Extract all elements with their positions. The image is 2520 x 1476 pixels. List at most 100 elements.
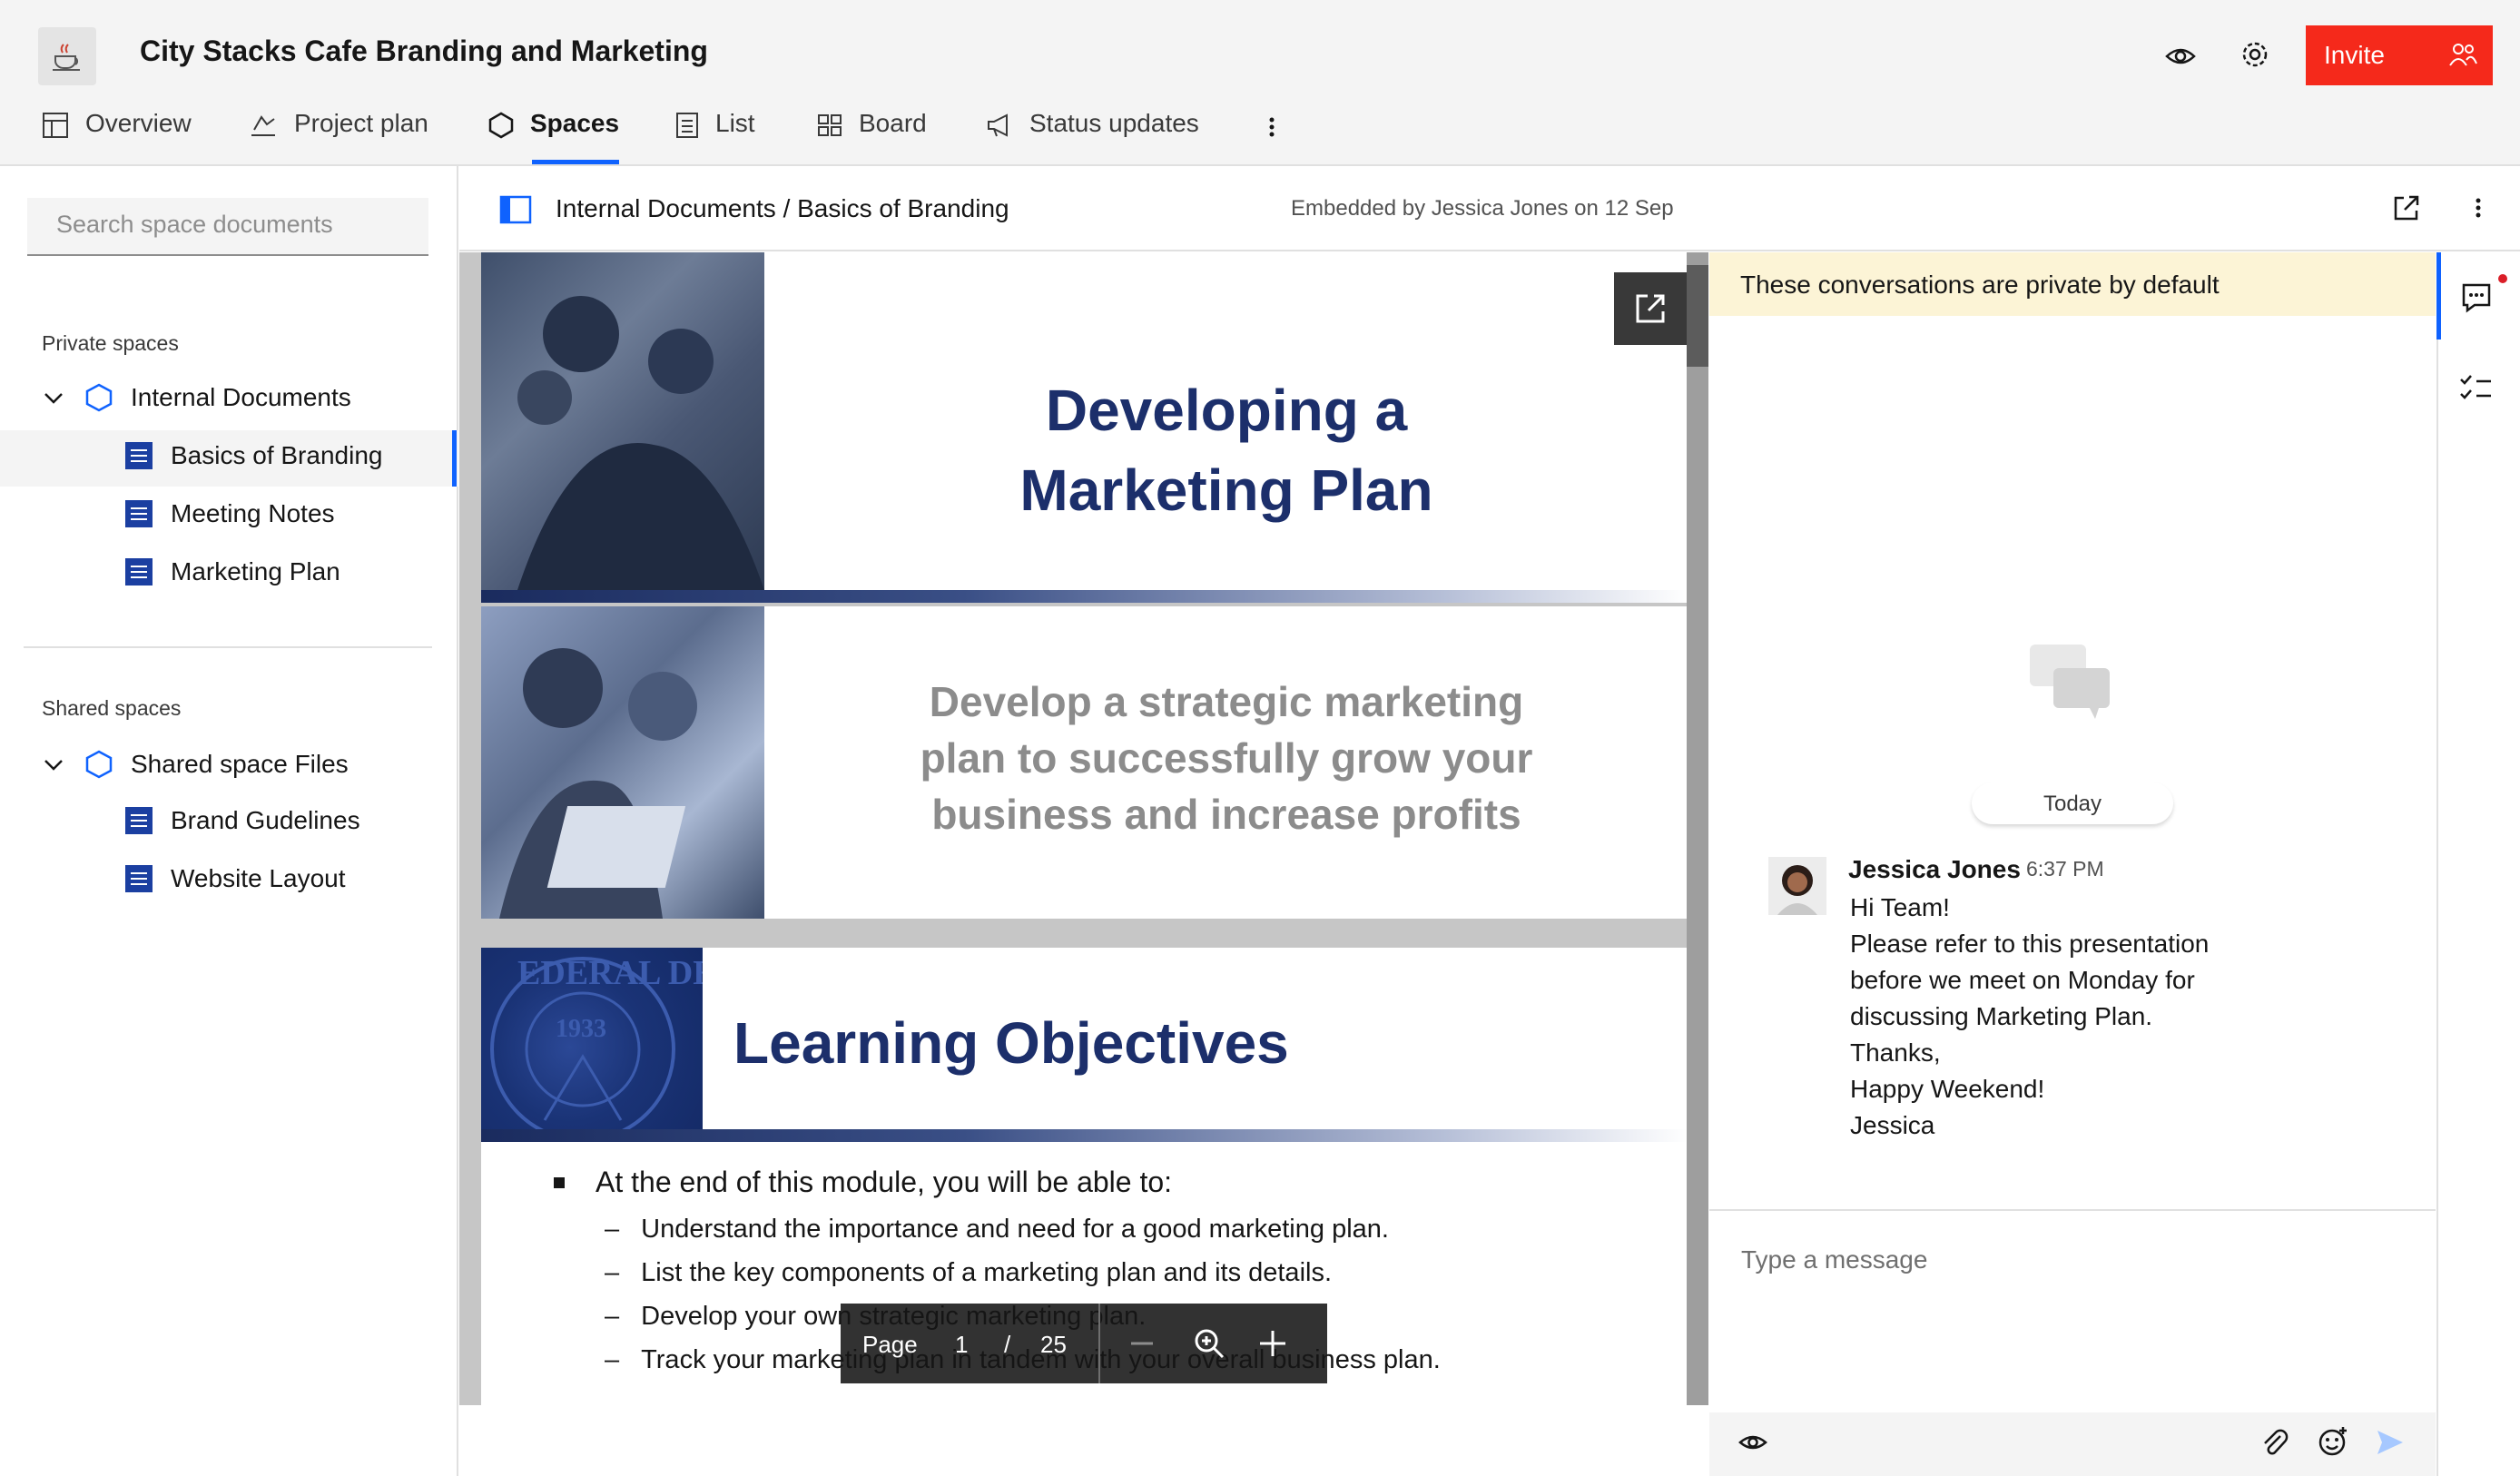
document-icon	[125, 500, 153, 527]
doc-basics-of-branding[interactable]: Basics of Branding	[125, 441, 382, 470]
document-icon	[125, 865, 153, 892]
objective-text: List the key components of a marketing p…	[641, 1258, 1333, 1287]
message-input[interactable]: Type a message	[1741, 1245, 1927, 1274]
slide-subtitle-line-1: Develop a strategic marketing	[929, 678, 1524, 725]
open-external-button[interactable]	[1614, 272, 1687, 345]
message-author: Jessica Jones	[1848, 855, 2021, 883]
chat-bubbles-icon	[2026, 641, 2117, 723]
slide-title: Developing a Marketing Plan	[481, 252, 1688, 603]
viewer-scrollbar[interactable]	[1687, 252, 1708, 1405]
message-line: Thanks,	[1850, 1038, 1941, 1067]
tab-board-label: Board	[859, 109, 927, 137]
slide-photo-laptop	[481, 606, 764, 919]
megaphone-icon	[986, 109, 1029, 139]
message-timestamp: 6:37 PM	[2026, 857, 2104, 881]
message-line: before we meet on Monday for	[1850, 966, 2195, 994]
doc-label: Marketing Plan	[171, 557, 340, 585]
sidebar-divider	[24, 646, 432, 648]
send-icon[interactable]	[2375, 1427, 2406, 1458]
message-line: Hi Team!	[1850, 893, 1950, 921]
document-icon	[125, 807, 153, 834]
document-breadcrumb: Internal Documents / Basics of Branding	[556, 194, 1009, 222]
tab-status-updates[interactable]: Status updates	[986, 109, 1199, 167]
project-title: City Stacks Cafe Branding and Marketing	[140, 34, 708, 67]
square-bullet-icon	[554, 1176, 565, 1188]
chevron-down-icon[interactable]	[42, 755, 65, 773]
day-separator: Today	[1972, 782, 2173, 824]
space-name: Internal Documents	[131, 383, 351, 411]
zoom-fit-icon[interactable]	[1191, 1325, 1227, 1362]
visibility-eye-icon[interactable]	[1737, 1427, 1768, 1458]
overview-icon	[42, 109, 85, 139]
slide-photo-meeting	[481, 252, 764, 590]
objective-item: – Understand the importance and need for …	[605, 1215, 1389, 1244]
slide-gradient-bar	[481, 1129, 1688, 1142]
conversations-chat-icon[interactable]	[2458, 280, 2495, 316]
more-tabs-overflow-icon[interactable]	[1265, 114, 1278, 142]
list-icon	[675, 109, 715, 139]
tab-list-label: List	[715, 109, 755, 137]
total-pages: 25	[1040, 1331, 1067, 1358]
spaces-icon	[488, 109, 530, 139]
objectives-intro-bullet: At the end of this module, you will be a…	[554, 1166, 1172, 1199]
doc-label: Basics of Branding	[171, 441, 383, 469]
settings-gear-icon[interactable]	[2239, 38, 2275, 74]
toggle-sidebar-panel-icon[interactable]	[499, 195, 532, 224]
doc-marketing-plan[interactable]: Marketing Plan	[125, 557, 340, 586]
doc-website-layout[interactable]: Website Layout	[125, 864, 346, 893]
embedded-by-text: Embedded by Jessica Jones on 12 Sep	[1291, 196, 1674, 221]
slide-title-line-1: Developing a	[1045, 378, 1408, 443]
doc-meeting-notes[interactable]: Meeting Notes	[125, 499, 335, 528]
invite-label: Invite	[2324, 41, 2385, 69]
watch-eye-icon[interactable]	[2164, 40, 2200, 76]
space-name: Shared space Files	[131, 750, 349, 778]
space-internal-documents[interactable]: Internal Documents	[42, 383, 351, 412]
slide-main-title: Developing a Marketing Plan	[764, 370, 1688, 530]
rail-active-indicator	[2436, 252, 2441, 339]
viewer-scrollbar-thumb[interactable]	[1687, 265, 1708, 367]
task-checklist-icon[interactable]	[2458, 370, 2495, 407]
chevron-down-icon[interactable]	[42, 389, 65, 407]
document-overflow-menu-icon[interactable]	[2473, 194, 2484, 221]
slide-subtitle-line-2: plan to successfully grow your	[920, 734, 1533, 782]
attach-paperclip-icon[interactable]	[2259, 1427, 2289, 1458]
project-plan-icon	[249, 109, 294, 139]
invite-button[interactable]: Invite	[2306, 25, 2493, 85]
selected-doc-indicator	[452, 430, 457, 487]
active-tab-indicator	[532, 160, 619, 164]
space-shared-space-files[interactable]: Shared space Files	[42, 750, 349, 779]
slide-title-line-2: Marketing Plan	[1019, 458, 1433, 523]
emoji-add-icon[interactable]	[2317, 1425, 2349, 1458]
tab-spaces[interactable]: Spaces	[488, 109, 619, 167]
tab-board[interactable]: Board	[817, 109, 927, 167]
slide-objectives-title: Learning Objectives	[733, 1010, 1289, 1076]
pdf-page-toolbar: Page 1 / 25	[841, 1304, 1327, 1383]
message-line: discussing Marketing Plan.	[1850, 1002, 2153, 1030]
tab-project-plan[interactable]: Project plan	[249, 109, 428, 167]
page-label: Page	[862, 1331, 918, 1358]
tab-overview[interactable]: Overview	[42, 109, 192, 167]
doc-label: Website Layout	[171, 864, 346, 892]
space-hexagon-icon	[85, 383, 113, 412]
people-icon	[2447, 40, 2478, 71]
doc-brand-gudelines[interactable]: Brand Gudelines	[125, 806, 360, 835]
objective-text: Understand the importance and need for a…	[641, 1215, 1389, 1244]
space-hexagon-icon	[85, 750, 113, 779]
tab-list[interactable]: List	[675, 109, 755, 167]
tab-spaces-label: Spaces	[530, 109, 620, 137]
shared-spaces-label: Shared spaces	[42, 696, 182, 720]
notification-dot	[2498, 274, 2507, 283]
slide-subtitle-line-3: business and increase profits	[931, 791, 1521, 838]
search-space-documents-input[interactable]: Search space documents	[27, 198, 428, 256]
slide-seal-image: EDERAL DE 1933	[481, 948, 703, 1129]
project-logo-icon[interactable]	[38, 27, 96, 85]
zoom-in-icon[interactable]	[1256, 1327, 1289, 1360]
right-rail	[2436, 252, 2520, 1476]
page-separator: /	[1004, 1331, 1011, 1358]
slide-gradient-bar	[481, 590, 1688, 603]
seal-lettering: EDERAL DE	[517, 954, 703, 992]
open-in-new-window-icon[interactable]	[2391, 192, 2422, 223]
doc-label: Brand Gudelines	[171, 806, 360, 834]
current-page-input[interactable]: 1	[955, 1331, 968, 1359]
zoom-out-icon[interactable]	[1127, 1329, 1157, 1358]
